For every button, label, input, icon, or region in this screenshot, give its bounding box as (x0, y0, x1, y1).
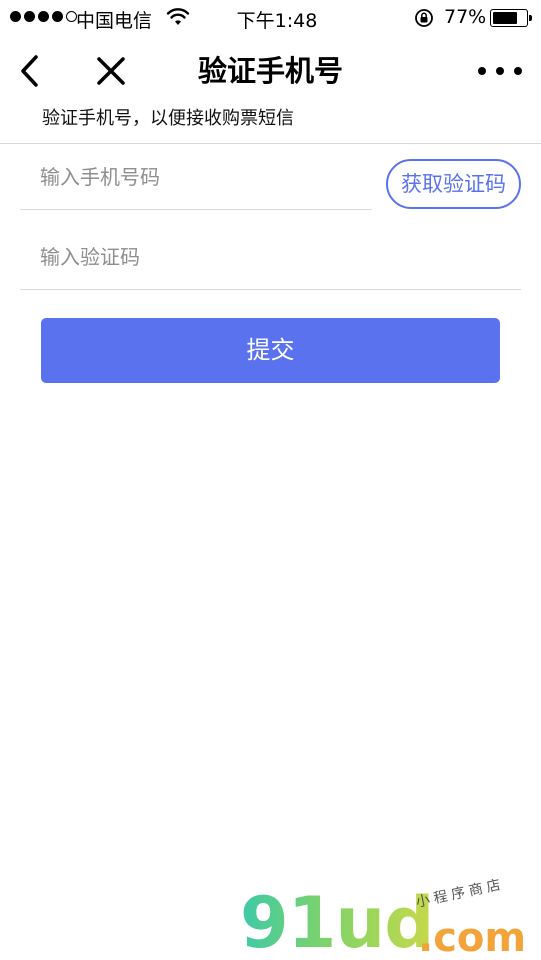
more-dots-icon (514, 67, 522, 75)
rotation-lock-icon (414, 8, 434, 33)
clock: 下午1:48 (236, 10, 318, 32)
more-dots-icon (496, 67, 504, 75)
more-button[interactable] (478, 60, 522, 82)
watermark-domain: .com (418, 915, 527, 960)
battery-icon (490, 9, 532, 27)
watermark-tagline: 小程序商店 (414, 876, 506, 911)
watermark: 91ud 小程序商店 .com (240, 876, 540, 960)
screen: 中国电信 下午1:48 77% 验证手机号 验证手机号，以便接收购票短信 输入手… (0, 0, 541, 960)
close-button[interactable] (92, 52, 130, 90)
watermark-logo: 91ud (240, 882, 434, 960)
signal-strength-icon (10, 11, 77, 22)
get-code-button[interactable]: 获取验证码 (386, 159, 521, 209)
nav-bar: 验证手机号 (0, 36, 541, 106)
submit-button[interactable]: 提交 (41, 318, 500, 383)
verification-code-input[interactable] (40, 242, 517, 272)
battery-nub (529, 15, 532, 21)
battery-percent: 77% (444, 6, 487, 28)
page-title: 验证手机号 (197, 54, 343, 88)
back-button[interactable] (12, 52, 46, 90)
more-dots-icon (478, 67, 486, 75)
signal-dot (52, 11, 63, 22)
phone-field (20, 144, 372, 210)
status-bar: 中国电信 下午1:48 77% (0, 0, 541, 36)
page-subtitle: 验证手机号，以便接收购票短信 (42, 108, 294, 129)
signal-dot (38, 11, 49, 22)
signal-dot (24, 11, 35, 22)
signal-dot (10, 11, 21, 22)
carrier-name: 中国电信 (76, 10, 153, 32)
chevron-left-icon (21, 55, 38, 87)
close-icon (97, 57, 125, 85)
code-field (20, 224, 521, 290)
battery-fill (493, 12, 517, 24)
wifi-icon (166, 7, 190, 32)
phone-input[interactable] (40, 162, 368, 192)
